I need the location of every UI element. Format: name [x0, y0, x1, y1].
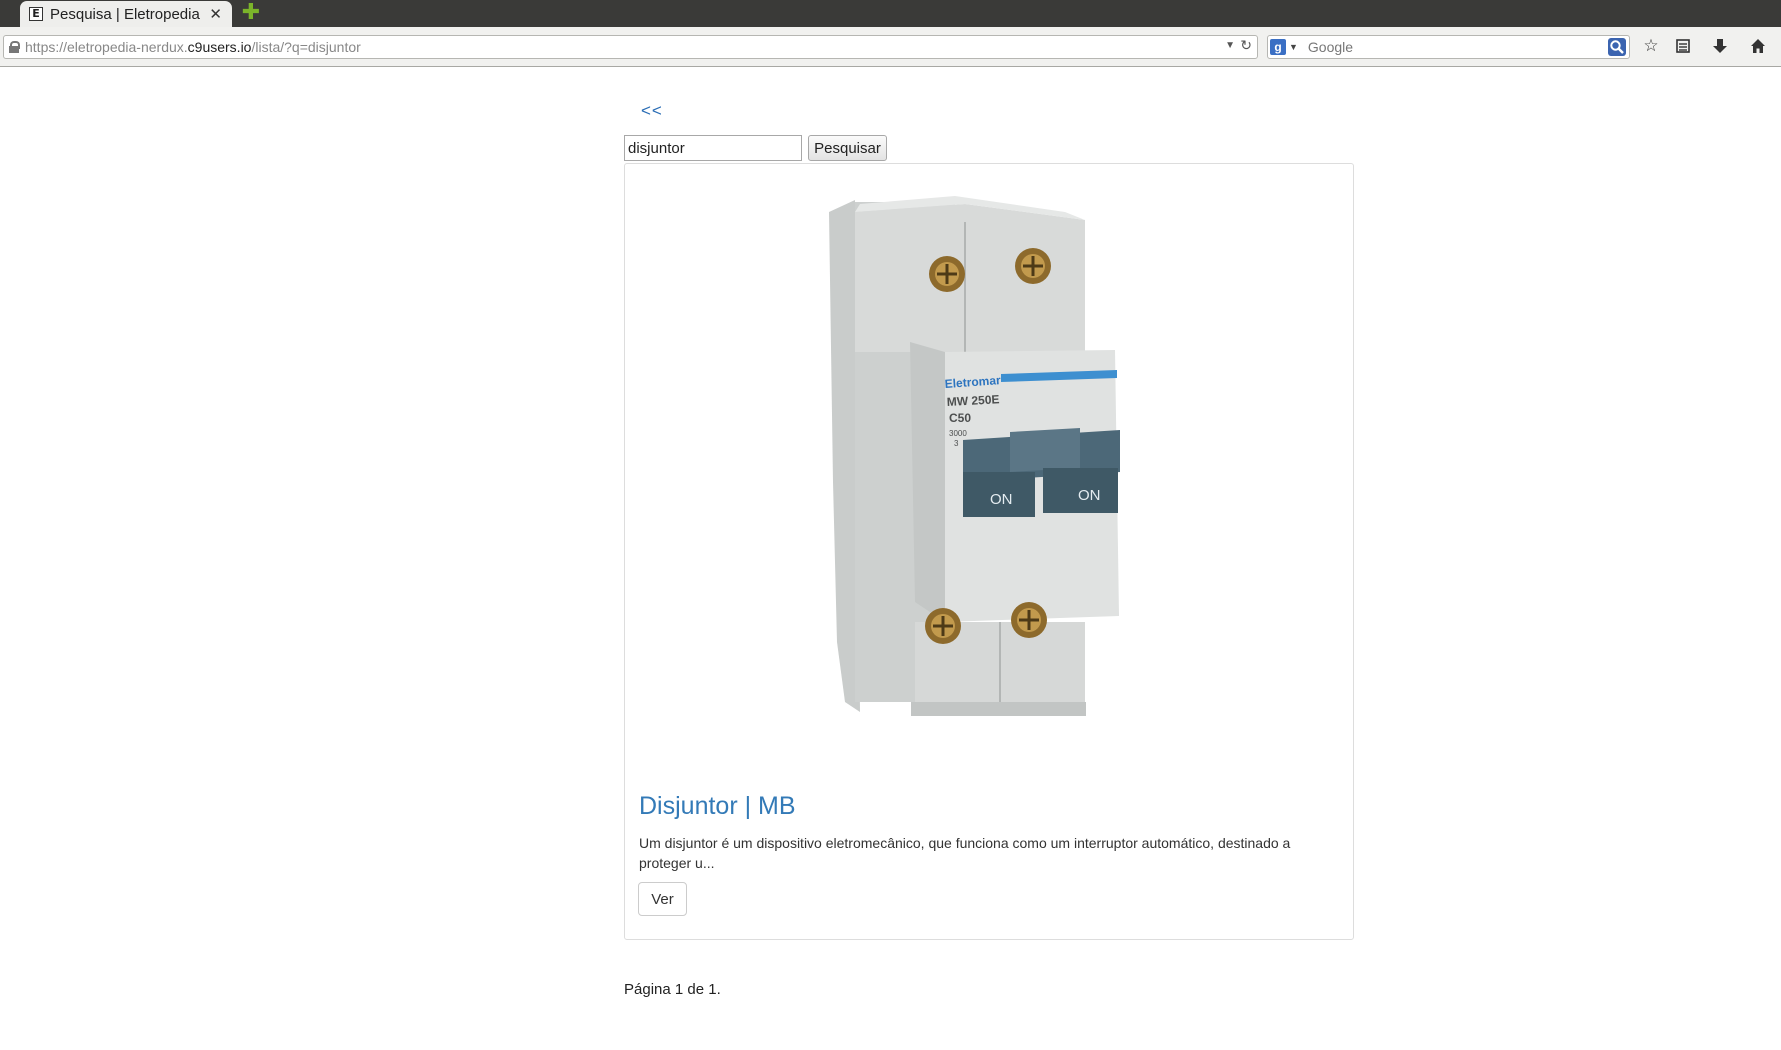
rating-label: C50	[949, 411, 971, 425]
switch-on-right: ON	[1078, 487, 1101, 504]
search-engine-bar[interactable]: g ▼ Google	[1267, 35, 1630, 59]
back-link[interactable]: <<	[641, 101, 663, 121]
navigation-bar: https://eletropedia-nerdux.c9users.io/li…	[0, 27, 1781, 67]
engine-dropdown-icon[interactable]: ▼	[1289, 42, 1298, 52]
result-card: Eletromar MW 250E C50 3000 3 ON ON Disju…	[624, 163, 1354, 940]
class-label: 3	[954, 439, 959, 448]
bookmark-star-icon[interactable]: ☆	[1640, 35, 1662, 57]
switch-on-left: ON	[990, 491, 1013, 508]
favicon-icon: E	[29, 7, 43, 21]
browser-tab[interactable]: E Pesquisa | Eletropedia ✕	[20, 1, 232, 27]
home-icon[interactable]	[1747, 35, 1769, 57]
result-title[interactable]: Disjuntor | MB	[639, 792, 796, 821]
download-icon[interactable]	[1709, 35, 1731, 57]
search-engine-placeholder: Google	[1307, 39, 1354, 55]
pagination-text: Página 1 de 1.	[624, 981, 721, 998]
url-dropdown-icon[interactable]: ▼	[1225, 40, 1235, 51]
lock-icon	[9, 41, 20, 53]
reading-list-icon[interactable]	[1672, 35, 1694, 57]
new-tab-icon[interactable]: ✚	[241, 2, 261, 24]
search-icon[interactable]	[1608, 38, 1626, 56]
model-label: MW 250E	[946, 392, 999, 409]
result-description: Um disjuntor é um dispositivo eletromecâ…	[639, 835, 1291, 871]
url-text[interactable]: https://eletropedia-nerdux.c9users.io/li…	[25, 39, 361, 55]
address-bar[interactable]: https://eletropedia-nerdux.c9users.io/li…	[3, 35, 1258, 59]
search-input[interactable]	[624, 135, 802, 161]
tab-title: Pesquisa | Eletropedia	[50, 5, 200, 23]
reload-icon[interactable]: ↻	[1240, 37, 1252, 54]
capacity-label: 3000	[949, 429, 967, 438]
view-button[interactable]: Ver	[638, 882, 687, 916]
google-icon[interactable]: g	[1270, 39, 1286, 55]
search-button[interactable]: Pesquisar	[808, 135, 887, 161]
circuit-breaker-image: Eletromar MW 250E C50 3000 3 ON ON	[829, 196, 1120, 716]
tab-bar: E Pesquisa | Eletropedia ✕ ✚	[0, 0, 1781, 27]
close-icon[interactable]: ✕	[209, 5, 222, 23]
